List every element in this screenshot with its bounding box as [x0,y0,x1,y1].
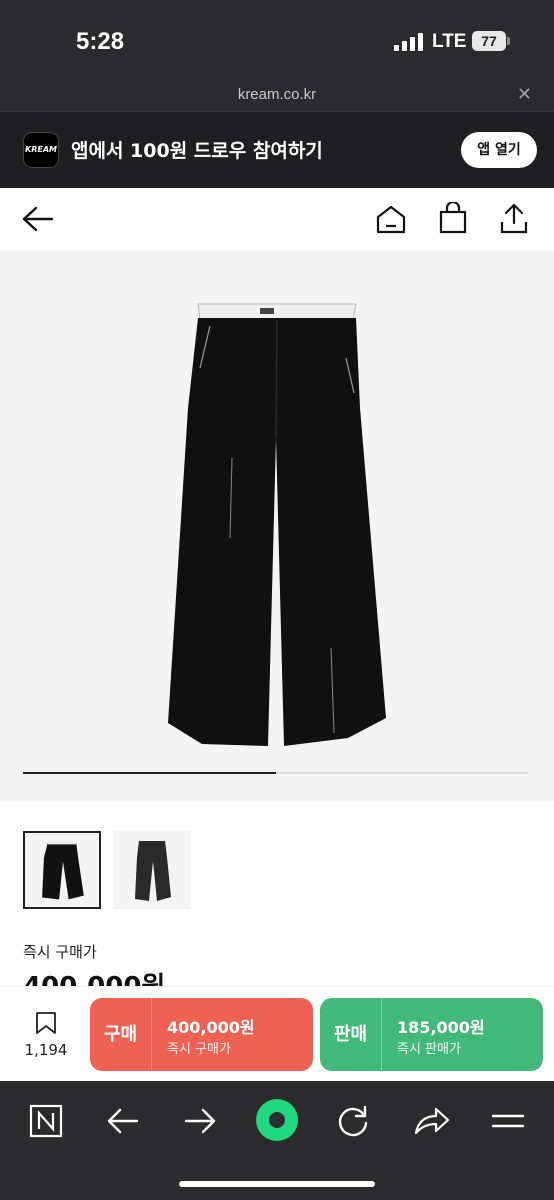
menu-icon[interactable] [486,1101,530,1141]
share-icon[interactable] [499,202,529,234]
url-bar[interactable]: kream.co.kr ✕ [0,84,554,112]
back-icon[interactable] [101,1101,145,1141]
buy-sub: 즉시 구매가 [167,1042,231,1057]
browser-toolbar [0,1081,554,1200]
thumbnail-image [135,841,171,901]
product-image-carousel[interactable] [0,250,554,802]
network-type: LTE [432,31,467,52]
thumbnail-image [42,840,84,900]
home-icon[interactable] [375,204,407,234]
sell-sub: 즉시 판매가 [397,1042,461,1057]
bookmark-icon [36,1012,56,1034]
thumbnail-1[interactable] [23,831,101,909]
gallery-progress-fill [23,772,276,774]
wishlist-count: 1,194 [24,1041,68,1059]
status-time: 5:28 [76,28,125,55]
signal-icon [394,33,423,51]
home-indicator [179,1181,375,1187]
app-banner[interactable]: KREAM 앱에서 100원 드로우 참여하기 앱 열기 [0,112,554,188]
close-icon[interactable]: ✕ [517,84,532,105]
shopping-bag-icon[interactable] [438,202,468,234]
product-image [168,303,386,746]
naver-n-icon[interactable] [24,1101,68,1141]
url-text[interactable]: kream.co.kr [0,86,554,103]
gallery-progress-bar [23,772,528,774]
wishlist-button[interactable]: 1,194 [18,1011,74,1059]
product-header [0,188,554,250]
price-label: 즉시 구매가 [23,943,97,961]
share-icon[interactable] [409,1101,453,1141]
product-info: 즉시 구매가 400,000원 [0,802,554,1002]
battery-tip [507,37,510,45]
back-arrow-icon[interactable] [22,205,54,233]
banner-message: 앱에서 100원 드로우 참여하기 [71,140,323,162]
sell-tag: 판매 [320,998,382,1071]
refresh-icon[interactable] [331,1101,375,1141]
status-bar: 5:28 LTE 77 [0,0,554,84]
sell-price: 185,000원 [397,1018,485,1037]
buy-button[interactable]: 구매 400,000원 즉시 구매가 [90,998,313,1071]
forward-icon[interactable] [178,1101,222,1141]
sell-button[interactable]: 판매 185,000원 즉시 판매가 [320,998,543,1071]
open-app-button[interactable]: 앱 열기 [461,132,537,168]
action-bar: 1,194 구매 400,000원 즉시 구매가 판매 185,000원 즉시 … [0,986,554,1081]
kream-logo: KREAM [23,132,59,168]
thumbnail-2[interactable] [113,831,191,909]
buy-price: 400,000원 [167,1018,255,1037]
buy-tag: 구매 [90,998,152,1071]
green-dot-home-icon[interactable] [252,1095,302,1145]
battery-icon: 77 [472,31,506,51]
